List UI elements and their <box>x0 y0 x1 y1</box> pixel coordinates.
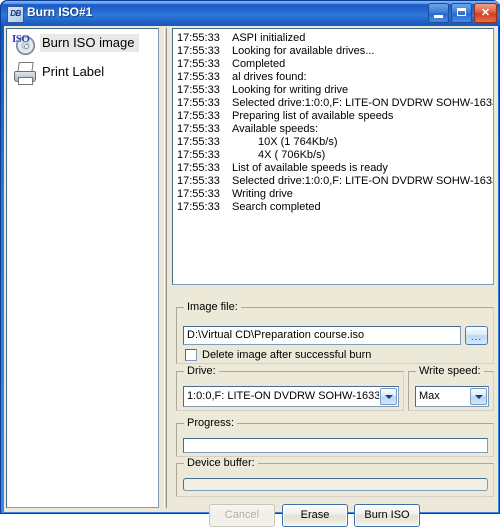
log-timestamp: 17:55:33 <box>177 45 220 57</box>
drive-select[interactable]: 1:0:0,F: LITE-ON DVDRW SOHW-1633SBS0 <box>183 386 399 407</box>
log-timestamp: 17:55:33 <box>177 201 220 213</box>
log-row: 17:55:33 Selected drive:1:0:0,F: LITE-ON … <box>173 175 493 188</box>
drive-selected-value: 1:0:0,F: LITE-ON DVDRW SOHW-1633SBS0 <box>187 390 379 402</box>
printer-icon <box>12 61 36 85</box>
burn-iso-button[interactable]: Burn ISO <box>354 504 420 527</box>
write-speed-group: Write speed: Max <box>408 365 494 411</box>
log-row: 17:55:33 Writing drive <box>173 188 493 201</box>
maximize-icon <box>457 8 466 16</box>
write-speed-selected-value: Max <box>419 390 440 402</box>
log-row: 17:55:33 Preparing list of available spee… <box>173 110 493 123</box>
window-title: Burn ISO#1 <box>27 5 93 19</box>
cancel-button[interactable]: Cancel <box>209 504 275 527</box>
log-row: 17:55:33 10X (1 764Kb/s) <box>173 136 493 149</box>
image-file-group-label: Image file: <box>184 301 241 313</box>
drive-group: Drive: 1:0:0,F: LITE-ON DVDRW SOHW-1633S… <box>176 365 404 411</box>
log-row: 17:55:33 ASPI initialized <box>173 32 493 45</box>
log-timestamp: 17:55:33 <box>177 136 220 148</box>
delete-after-burn-label: Delete image after successful burn <box>202 349 372 361</box>
progress-bar <box>183 438 488 453</box>
log-timestamp: 17:55:33 <box>177 175 220 187</box>
log-timestamp: 17:55:33 <box>177 123 220 135</box>
log-message: Preparing list of available speeds <box>232 110 394 122</box>
write-speed-select[interactable]: Max <box>415 386 489 407</box>
log-message: 10X (1 764Kb/s) <box>258 136 338 148</box>
image-file-group: Image file: D:\Virtual CD\Preparation co… <box>176 301 494 364</box>
log-timestamp: 17:55:33 <box>177 110 220 122</box>
log-row: 17:55:33 Available speeds: <box>173 123 493 136</box>
splitter-grip <box>164 28 167 508</box>
progress-group: Progress: <box>176 417 494 457</box>
erase-button[interactable]: Erase <box>282 504 348 527</box>
log-message: Available speeds: <box>232 123 319 135</box>
log-output-list[interactable]: 17:55:33 ASPI initialized 17:55:33 Looking … <box>172 28 494 285</box>
device-buffer-group: Device buffer: <box>176 457 494 497</box>
device-buffer-bar <box>183 478 488 491</box>
chevron-down-icon[interactable] <box>380 388 397 405</box>
browse-image-file-button[interactable]: ... <box>465 326 488 345</box>
sidebar-item-print-label[interactable]: Print Label <box>9 59 156 87</box>
log-message: 4X ( 706Kb/s) <box>258 149 326 161</box>
log-row: 17:55:33 List of available speeds is read… <box>173 162 493 175</box>
client-area: ISO Burn ISO image Print Label 17:55:33 A… <box>4 26 498 527</box>
log-message: Selected drive:1:0:0,F: LITE-ON DVDRW SO… <box>232 97 493 109</box>
chevron-down-icon[interactable] <box>470 388 487 405</box>
log-row: 17:55:33 Selected drive:1:0:0,F: LITE-ON … <box>173 97 493 110</box>
sidebar-item-label: Burn ISO image <box>40 34 139 52</box>
window-controls: ✕ <box>426 3 497 24</box>
log-timestamp: 17:55:33 <box>177 58 220 70</box>
minimize-button[interactable] <box>428 3 449 23</box>
ellipsis-icon: ... <box>470 332 483 343</box>
log-timestamp: 17:55:33 <box>177 162 220 174</box>
write-speed-group-label: Write speed: <box>416 365 484 377</box>
sidebar-panel: ISO Burn ISO image Print Label <box>6 28 159 508</box>
log-message: al drives found: <box>232 71 307 83</box>
panel-splitter[interactable] <box>161 28 170 508</box>
close-button[interactable]: ✕ <box>474 3 497 23</box>
log-message: List of available speeds is ready <box>232 162 388 174</box>
log-message: Writing drive <box>232 188 293 200</box>
log-row: 17:55:33 Search completed <box>173 201 493 214</box>
log-timestamp: 17:55:33 <box>177 84 220 96</box>
sidebar-item-burn-iso-image[interactable]: ISO Burn ISO image <box>9 30 156 58</box>
log-message: Looking for available drives... <box>232 45 375 57</box>
log-timestamp: 17:55:33 <box>177 71 220 83</box>
log-row: 17:55:33 Looking for writing drive <box>173 84 493 97</box>
application-window: DB Burn ISO#1 ✕ ISO Burn ISO image Print… <box>0 0 500 527</box>
log-message: ASPI initialized <box>232 32 306 44</box>
maximize-button[interactable] <box>451 3 472 23</box>
log-row: 17:55:33 4X ( 706Kb/s) <box>173 149 493 162</box>
iso-disc-icon: ISO <box>12 32 36 56</box>
drive-group-label: Drive: <box>184 365 219 377</box>
sidebar-item-label: Print Label <box>42 64 105 79</box>
image-file-path-input[interactable]: D:\Virtual CD\Preparation course.iso <box>183 326 461 345</box>
device-buffer-group-label: Device buffer: <box>184 457 258 469</box>
log-timestamp: 17:55:33 <box>177 188 220 200</box>
log-row: 17:55:33 Completed <box>173 58 493 71</box>
log-message: Looking for writing drive <box>232 84 349 96</box>
log-row: 17:55:33 Looking for available drives... <box>173 45 493 58</box>
log-message: Search completed <box>232 201 321 213</box>
log-timestamp: 17:55:33 <box>177 97 220 109</box>
title-bar: DB Burn ISO#1 ✕ <box>1 1 500 26</box>
log-row: 17:55:33 al drives found: <box>173 71 493 84</box>
close-icon: ✕ <box>480 7 491 19</box>
app-icon-db: DB <box>7 6 24 23</box>
log-timestamp: 17:55:33 <box>177 32 220 44</box>
log-message: Completed <box>232 58 286 70</box>
log-timestamp: 17:55:33 <box>177 149 220 161</box>
minimize-icon <box>434 15 443 18</box>
progress-group-label: Progress: <box>184 417 238 429</box>
delete-after-burn-checkbox[interactable] <box>185 349 197 361</box>
log-message: Selected drive:1:0:0,F: LITE-ON DVDRW SO… <box>232 175 493 187</box>
